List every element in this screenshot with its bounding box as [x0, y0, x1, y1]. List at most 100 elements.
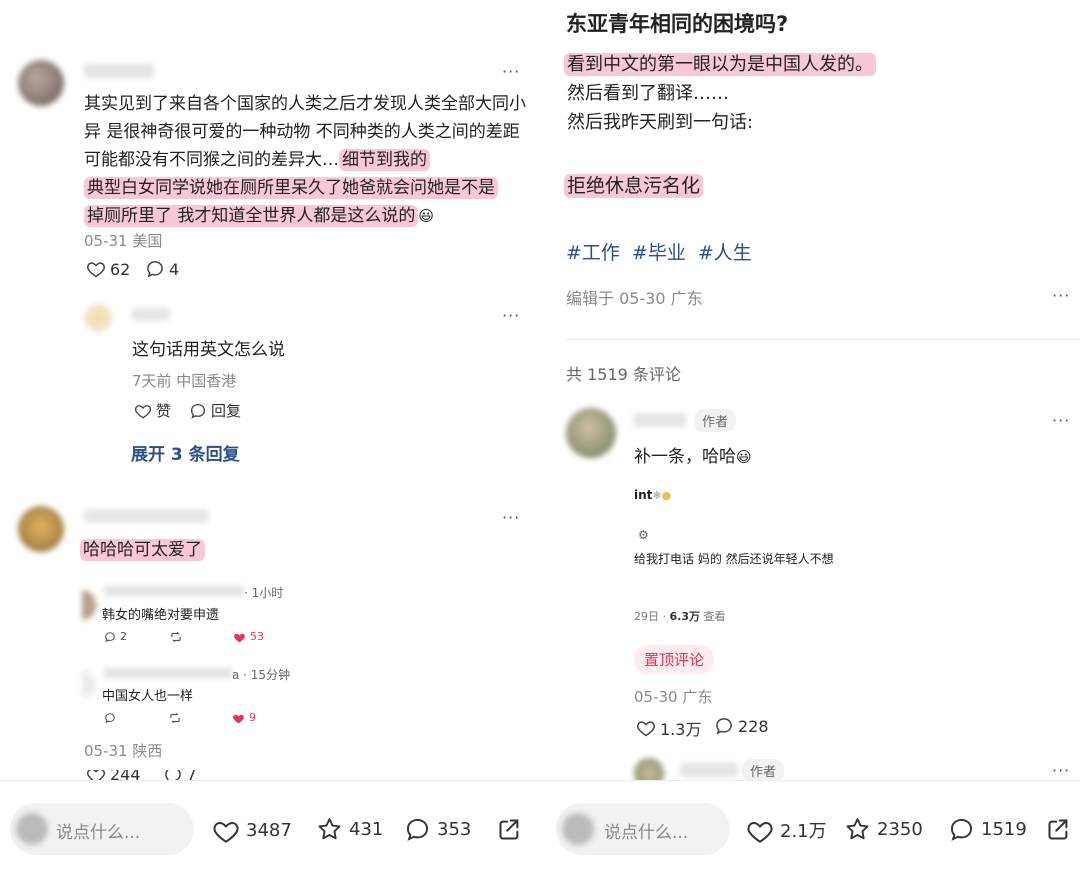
like-button[interactable]: 3487 — [212, 817, 292, 843]
comment-input-placeholder: 说点什么... — [604, 823, 689, 843]
comment-username[interactable] — [84, 509, 209, 523]
comment-input-placeholder: 说点什么... — [56, 823, 141, 843]
more-icon[interactable]: ··· — [502, 62, 520, 81]
comment-text: 哈哈哈可太爱了 — [80, 535, 205, 561]
reply-text: 这句话用英文怎么说 — [132, 340, 285, 360]
comment-image[interactable]: · 1小时 韩女的嘴绝对要申遗 2 53 a · 15分钟 中国女人也一样 9 — [82, 578, 292, 738]
comments-button[interactable]: 353 — [404, 816, 471, 843]
speech-bubble-icon — [105, 712, 115, 723]
embed-like-count: 53 — [250, 630, 264, 643]
emoji-grin: 😃 — [418, 207, 435, 225]
collect-button[interactable]: 431 — [316, 816, 383, 843]
post-line-spacer — [564, 137, 1064, 172]
comments-button[interactable]: 1519 — [948, 816, 1027, 843]
reply-date-location: 7天前 中国香港 — [132, 372, 237, 390]
comment-text-plain: 其实见到了来自各个国家的人类之后才发现人类全部大同小异 是很神奇很可爱的一种动物… — [84, 94, 526, 170]
tag-link[interactable]: #人生 — [698, 238, 752, 265]
comment-reply-button[interactable]: 4 — [145, 259, 179, 279]
more-icon[interactable]: ··· — [1052, 286, 1070, 305]
lemon-icon: ● — [661, 489, 672, 502]
share-button[interactable] — [496, 816, 523, 843]
comment-like-count: 244 — [110, 770, 141, 780]
reply-like-button[interactable]: 赞 — [134, 400, 171, 421]
embed-reply-count: 2 — [120, 630, 127, 643]
comment-avatar[interactable] — [18, 60, 64, 106]
post-line: 然后看到了翻译…… — [567, 83, 729, 104]
comment-reply-count: 4 — [169, 259, 180, 279]
tag-link[interactable]: #工作 — [566, 238, 620, 265]
heart-icon — [87, 262, 105, 278]
speech-bubble-icon — [105, 631, 115, 642]
comment-username[interactable] — [84, 64, 154, 78]
reply-username[interactable] — [680, 763, 738, 777]
speech-bubble-icon — [147, 261, 163, 278]
comment-date-location: 05-30 广东 — [634, 688, 713, 706]
reply-reply-button[interactable]: 回复 — [189, 400, 241, 421]
heart-filled-icon — [233, 714, 244, 723]
post-line: 然后我昨天刷到一句话: — [567, 112, 754, 133]
tag-link[interactable]: #毕业 — [632, 238, 686, 265]
comment-text-highlight: 掉厕所里了 我才知道全世界人都是这么说的 — [84, 205, 419, 227]
post-line: 看到中文的第一眼以为是中国人发的。 — [564, 50, 1064, 79]
star-icon — [846, 818, 869, 840]
settings-icon: ⚙ — [638, 528, 649, 542]
comment-date-location: 05-31 美国 — [84, 232, 163, 250]
embed-text: int❄● — [634, 488, 671, 502]
post-line-highlight: 看到中文的第一眼以为是中国人发的。 — [564, 53, 876, 76]
more-icon[interactable]: ··· — [502, 306, 520, 325]
comment-date-location: 05-31 陕西 — [84, 742, 163, 760]
bottom-bar: 说点什么... 2.1万 2350 1519 — [540, 780, 1080, 869]
post-line-highlight: 拒绝休息污名化 — [564, 174, 704, 198]
collect-button[interactable]: 2350 — [844, 816, 923, 843]
comment-like-button[interactable]: 1.3万 — [636, 716, 701, 740]
embed-username — [104, 586, 244, 596]
post-body: 看到中文的第一眼以为是中国人发的。 然后看到了翻译…… 然后我昨天刷到一句话: … — [564, 50, 1064, 201]
comment-like-count: 62 — [110, 259, 131, 279]
comment-text: 补一条，哈哈😃 — [634, 442, 752, 467]
user-avatar — [16, 813, 48, 845]
speech-bubble-icon — [716, 718, 732, 735]
divider — [566, 339, 1080, 340]
embed-meta: 29日 · 6.3万 查看 — [634, 608, 726, 624]
more-icon[interactable]: ··· — [1052, 411, 1070, 430]
comment-input[interactable]: 说点什么... — [556, 803, 730, 855]
more-icon[interactable]: ··· — [1052, 761, 1070, 780]
reply-username[interactable] — [132, 308, 170, 321]
speech-bubble-icon — [406, 818, 429, 841]
comment-avatar[interactable] — [18, 506, 64, 552]
heart-icon — [87, 770, 105, 780]
author-badge: 作者 — [742, 759, 785, 782]
speech-bubble-icon — [190, 403, 206, 419]
heart-icon — [213, 822, 239, 843]
expand-replies-link[interactable]: 展开 3 条回复 — [131, 440, 240, 465]
comment-like-button[interactable]: 62 — [86, 259, 130, 279]
user-avatar — [562, 813, 594, 845]
more-icon[interactable]: ··· — [502, 508, 520, 527]
comment-like-count: 1.3万 — [660, 720, 702, 739]
embed-time: · 1小时 — [244, 586, 284, 600]
embed-avatar — [82, 590, 96, 620]
embed-time: a · 15分钟 — [232, 668, 291, 682]
reply-avatar[interactable] — [84, 304, 112, 332]
like-button[interactable]: 2.1万 — [746, 817, 827, 843]
author-badge: 作者 — [694, 409, 737, 432]
comment-reply-count: 228 — [738, 716, 769, 736]
comment-reply-button[interactable]: 228 — [714, 716, 769, 736]
comment-username[interactable] — [634, 413, 686, 427]
share-button[interactable] — [1045, 816, 1072, 843]
heart-icon — [747, 822, 773, 843]
comment-avatar[interactable] — [566, 408, 616, 458]
comment-text: 其实见到了来自各个国家的人类之后才发现人类全部大同小异 是很神奇很可爱的一种动物… — [84, 90, 529, 230]
comment-text-highlight: 细节到我的 — [339, 149, 430, 171]
comment-reply-count: 7 — [186, 770, 197, 780]
comment-image[interactable]: int❄● ⚙ 给我打电话 妈的 然后还说年轻人不想 29日 · 6.3万 查看 — [634, 480, 854, 630]
pinned-badge: 置顶评论 — [634, 645, 715, 674]
comment-text-highlight: 典型白女同学说她在厕所里呆久了她爸就会问她是不是 — [84, 177, 498, 199]
repost-icon — [171, 631, 181, 642]
share-icon — [1048, 819, 1068, 840]
embed-action-row: 2 53 — [104, 630, 264, 643]
embed-text: 中国女人也一样 — [102, 689, 194, 704]
post-tags: #工作 #毕业 #人生 — [566, 238, 752, 265]
comment-input[interactable]: 说点什么... — [10, 803, 194, 855]
embed-like-count: 9 — [249, 711, 256, 724]
